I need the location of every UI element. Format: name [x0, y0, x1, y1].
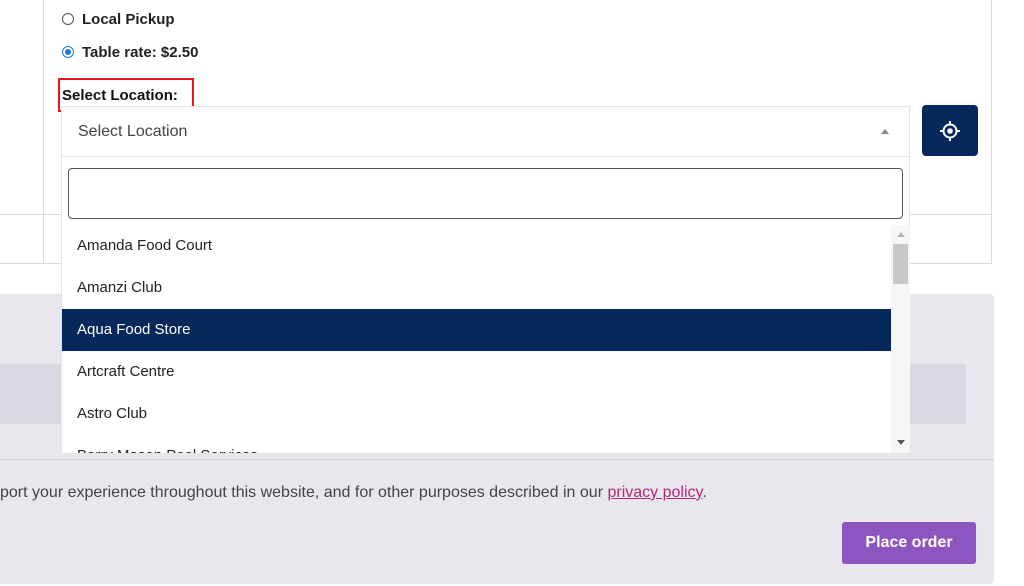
- dropdown-scrollbar[interactable]: [891, 225, 910, 453]
- location-select-value: Select Location: [78, 122, 188, 140]
- place-order-button[interactable]: Place order: [842, 522, 976, 564]
- radio-button[interactable]: [62, 13, 74, 25]
- location-option[interactable]: Artcraft Centre: [62, 351, 891, 393]
- privacy-text: port your experience throughout this web…: [0, 484, 608, 501]
- checkout-page: Local Pickup Table rate: $2.50 Select Lo…: [0, 0, 1024, 586]
- scroll-down-icon[interactable]: [897, 440, 905, 445]
- location-select[interactable]: Select Location: [61, 106, 910, 156]
- select-location-label-text: Select Location:: [62, 86, 178, 104]
- shipping-option-local-pickup[interactable]: Local Pickup: [62, 8, 175, 30]
- shipping-option-label: Table rate: $2.50: [82, 43, 199, 61]
- privacy-policy-link[interactable]: privacy policy: [607, 484, 702, 501]
- locate-me-button[interactable]: [922, 105, 978, 156]
- shipping-option-table-rate[interactable]: Table rate: $2.50: [62, 41, 198, 63]
- shipping-option-label: Local Pickup: [82, 10, 175, 28]
- location-dropdown: Amanda Food Court Amanzi Club Aqua Food …: [61, 156, 910, 454]
- privacy-notice: port your experience throughout this web…: [0, 484, 707, 502]
- location-option-highlighted[interactable]: Aqua Food Store: [62, 309, 891, 351]
- location-options-list: Amanda Food Court Amanzi Club Aqua Food …: [62, 225, 891, 453]
- caret-up-icon[interactable]: [881, 129, 889, 134]
- location-search-input[interactable]: [68, 168, 903, 219]
- location-option[interactable]: Amanda Food Court: [62, 225, 891, 267]
- radio-button-checked[interactable]: [62, 46, 74, 58]
- location-option[interactable]: Amanzi Club: [62, 267, 891, 309]
- location-option[interactable]: Barry Mason Pool Services: [62, 435, 891, 453]
- scroll-thumb[interactable]: [893, 244, 908, 284]
- privacy-text-end: .: [702, 484, 707, 501]
- location-option[interactable]: Astro Club: [62, 393, 891, 435]
- scroll-up-icon[interactable]: [897, 232, 905, 237]
- table-divider: [43, 0, 44, 264]
- crosshair-icon: [940, 120, 960, 141]
- panel-divider: [0, 459, 994, 460]
